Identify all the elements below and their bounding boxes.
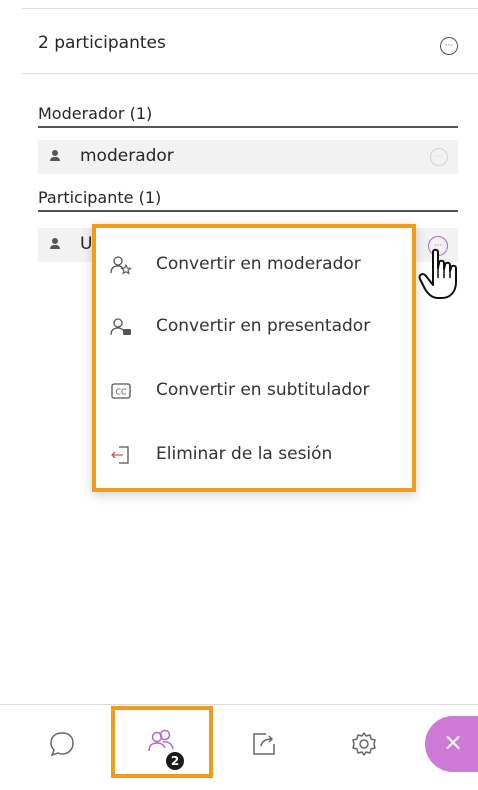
row-more-options-icon[interactable]: ···	[430, 148, 448, 166]
close-icon: ×	[443, 728, 464, 756]
top-divider	[22, 8, 478, 9]
make-moderator-icon	[110, 256, 132, 275]
make-presenter-icon	[110, 318, 131, 336]
menu-item-label: Convertir en presentador	[156, 316, 371, 336]
hand-pointer-cursor-icon	[418, 248, 457, 299]
close-panel-button[interactable]: ×	[425, 716, 478, 772]
section-divider	[38, 126, 458, 128]
participants-count-title: 2 participantes	[38, 33, 166, 53]
gear-icon[interactable]	[344, 724, 384, 764]
user-icon	[50, 237, 60, 251]
svg-text:CC: CC	[115, 388, 127, 397]
menu-item-make-moderator[interactable]: Convertir en moderador	[96, 242, 412, 290]
menu-item-label: Convertir en moderador	[156, 254, 361, 274]
share-content-icon[interactable]	[244, 724, 284, 764]
section-title-moderator: Moderador (1)	[38, 104, 153, 123]
section-divider	[38, 210, 458, 212]
menu-item-remove-from-session[interactable]: Eliminar de la sesión	[96, 432, 412, 480]
menu-item-label: Convertir en subtitulador	[156, 380, 370, 400]
menu-item-make-captioner[interactable]: CC Convertir en subtitulador	[96, 368, 412, 416]
participant-name: moderador	[80, 146, 174, 166]
bottom-divider	[0, 704, 478, 705]
header-divider	[22, 73, 478, 74]
participant-name: U	[80, 234, 93, 254]
section-title-participant: Participante (1)	[38, 188, 162, 207]
participant-row-moderator[interactable]: moderador ···	[38, 140, 458, 174]
participants-header: 2 participantes ···	[38, 33, 464, 57]
chat-bubble-icon[interactable]	[42, 724, 82, 764]
closed-caption-icon: CC	[111, 383, 131, 399]
header-more-options-icon[interactable]: ···	[440, 37, 458, 55]
participants-count-badge: 2	[166, 752, 184, 770]
user-icon	[50, 149, 60, 163]
remove-from-session-icon	[111, 446, 129, 464]
menu-item-make-presenter[interactable]: Convertir en presentador	[96, 304, 412, 352]
participant-context-menu: Convertir en moderador Convertir en pres…	[92, 224, 416, 492]
menu-item-label: Eliminar de la sesión	[156, 444, 333, 464]
